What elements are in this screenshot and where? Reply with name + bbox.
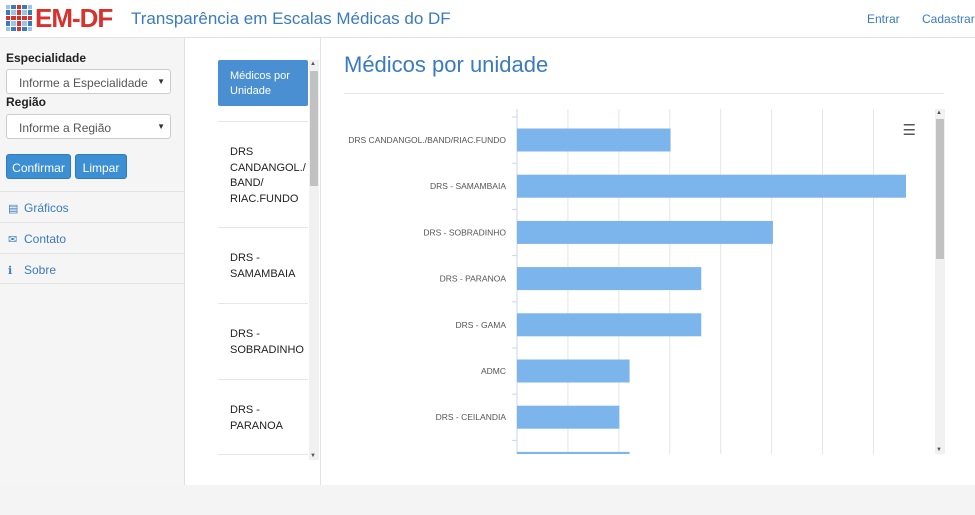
category-label: DRS CANDANGOL./BAND/RIAC.FUNDO: [348, 135, 506, 145]
top-navbar: EM-DF Transparência em Escalas Médicas d…: [0, 0, 975, 38]
chart-option[interactable]: DRS - SAMAMBAIA: [218, 227, 308, 303]
sidebar: Especialidade Informe a Especialidade ▼ …: [0, 38, 185, 485]
app-logo[interactable]: EM-DF: [6, 2, 113, 33]
menu-item-sobre[interactable]: ℹ Sobre: [0, 253, 184, 284]
category-label: DRS - PARANOA: [440, 274, 507, 284]
signup-link[interactable]: Cadastrar: [922, 12, 975, 26]
category-label: DRS - SOBRADINHO: [423, 227, 506, 237]
chart-scrollbar[interactable]: ▲ ▼: [935, 109, 945, 454]
especialidade-label: Especialidade: [6, 51, 87, 65]
scroll-up-icon[interactable]: ▲: [310, 61, 316, 67]
regiao-label: Região: [6, 95, 47, 109]
menu-label: Gráficos: [24, 201, 69, 215]
bar: [517, 313, 702, 337]
list-scroll-thumb[interactable]: [310, 71, 318, 186]
regiao-select-value: Informe a Região: [19, 121, 112, 135]
caret-down-icon: ▼: [157, 77, 165, 86]
confirm-button[interactable]: Confirmar: [6, 154, 71, 179]
title-divider: [344, 93, 944, 94]
regiao-select[interactable]: Informe a Região ▼: [6, 114, 171, 139]
info-icon: ℹ: [8, 265, 13, 277]
menu-label: Sobre: [24, 263, 57, 277]
bar-chart: DRS CANDANGOL./BAND/RIAC.FUNDO DRS - SAMA…: [344, 109, 934, 475]
menu-item-graficos[interactable]: ▤ Gráficos: [0, 191, 184, 222]
chart-icon: ▤: [8, 203, 19, 215]
bar: [517, 174, 906, 198]
menu-item-contato[interactable]: ✉ Contato: [0, 222, 184, 253]
category-label: DRS - CEILANDIA: [436, 412, 507, 422]
panel-divider: [320, 38, 321, 485]
menu-label: Contato: [24, 232, 67, 246]
bar: [517, 451, 630, 475]
clear-button[interactable]: Limpar: [75, 154, 127, 179]
especialidade-select-value: Informe a Especialidade: [19, 76, 148, 90]
bar: [517, 405, 620, 429]
bar: [517, 128, 671, 152]
category-label: DRS - GAMA: [455, 320, 506, 330]
list-scrollbar[interactable]: ▲ ▼: [309, 60, 319, 460]
chart-option[interactable]: DRS - SOBRADINHO: [218, 303, 308, 379]
logo-grid-icon: [6, 5, 32, 31]
category-label: ADMC: [481, 366, 506, 376]
especialidade-select[interactable]: Informe a Especialidade ▼: [6, 69, 171, 94]
bar: [517, 359, 630, 383]
envelope-icon: ✉: [8, 234, 18, 246]
logo-text: EM-DF: [35, 2, 113, 33]
app-title[interactable]: Transparência em Escalas Médicas do DF: [131, 9, 451, 29]
chart-option-active[interactable]: Médicos por Unidade: [218, 60, 308, 106]
main-content: Médicos por Unidade DRS CANDANGOL./ BAND…: [185, 38, 975, 485]
scroll-up-icon[interactable]: ▲: [936, 110, 942, 116]
scroll-down-icon[interactable]: ▼: [310, 453, 316, 459]
chart-option[interactable]: DRS CANDANGOL./ BAND/ RIAC.FUNDO: [218, 121, 308, 227]
caret-down-icon: ▼: [157, 122, 165, 131]
bar-chart-svg: DRS CANDANGOL./BAND/RIAC.FUNDO DRS - SAMA…: [348, 109, 906, 475]
scroll-down-icon[interactable]: ▼: [936, 447, 942, 453]
chart-scroll-thumb[interactable]: [936, 119, 944, 259]
chart-title: Médicos por unidade: [344, 52, 549, 77]
hamburger-menu-icon[interactable]: ☰: [903, 121, 916, 139]
chart-selector-list: Médicos por Unidade DRS CANDANGOL./ BAND…: [218, 60, 320, 460]
login-link[interactable]: Entrar: [867, 12, 900, 26]
bar: [517, 267, 702, 291]
bar: [517, 220, 773, 244]
chart-option[interactable]: DRS - PARANOA: [218, 379, 308, 455]
category-label: DRS - SAMAMBAIA: [430, 181, 506, 191]
